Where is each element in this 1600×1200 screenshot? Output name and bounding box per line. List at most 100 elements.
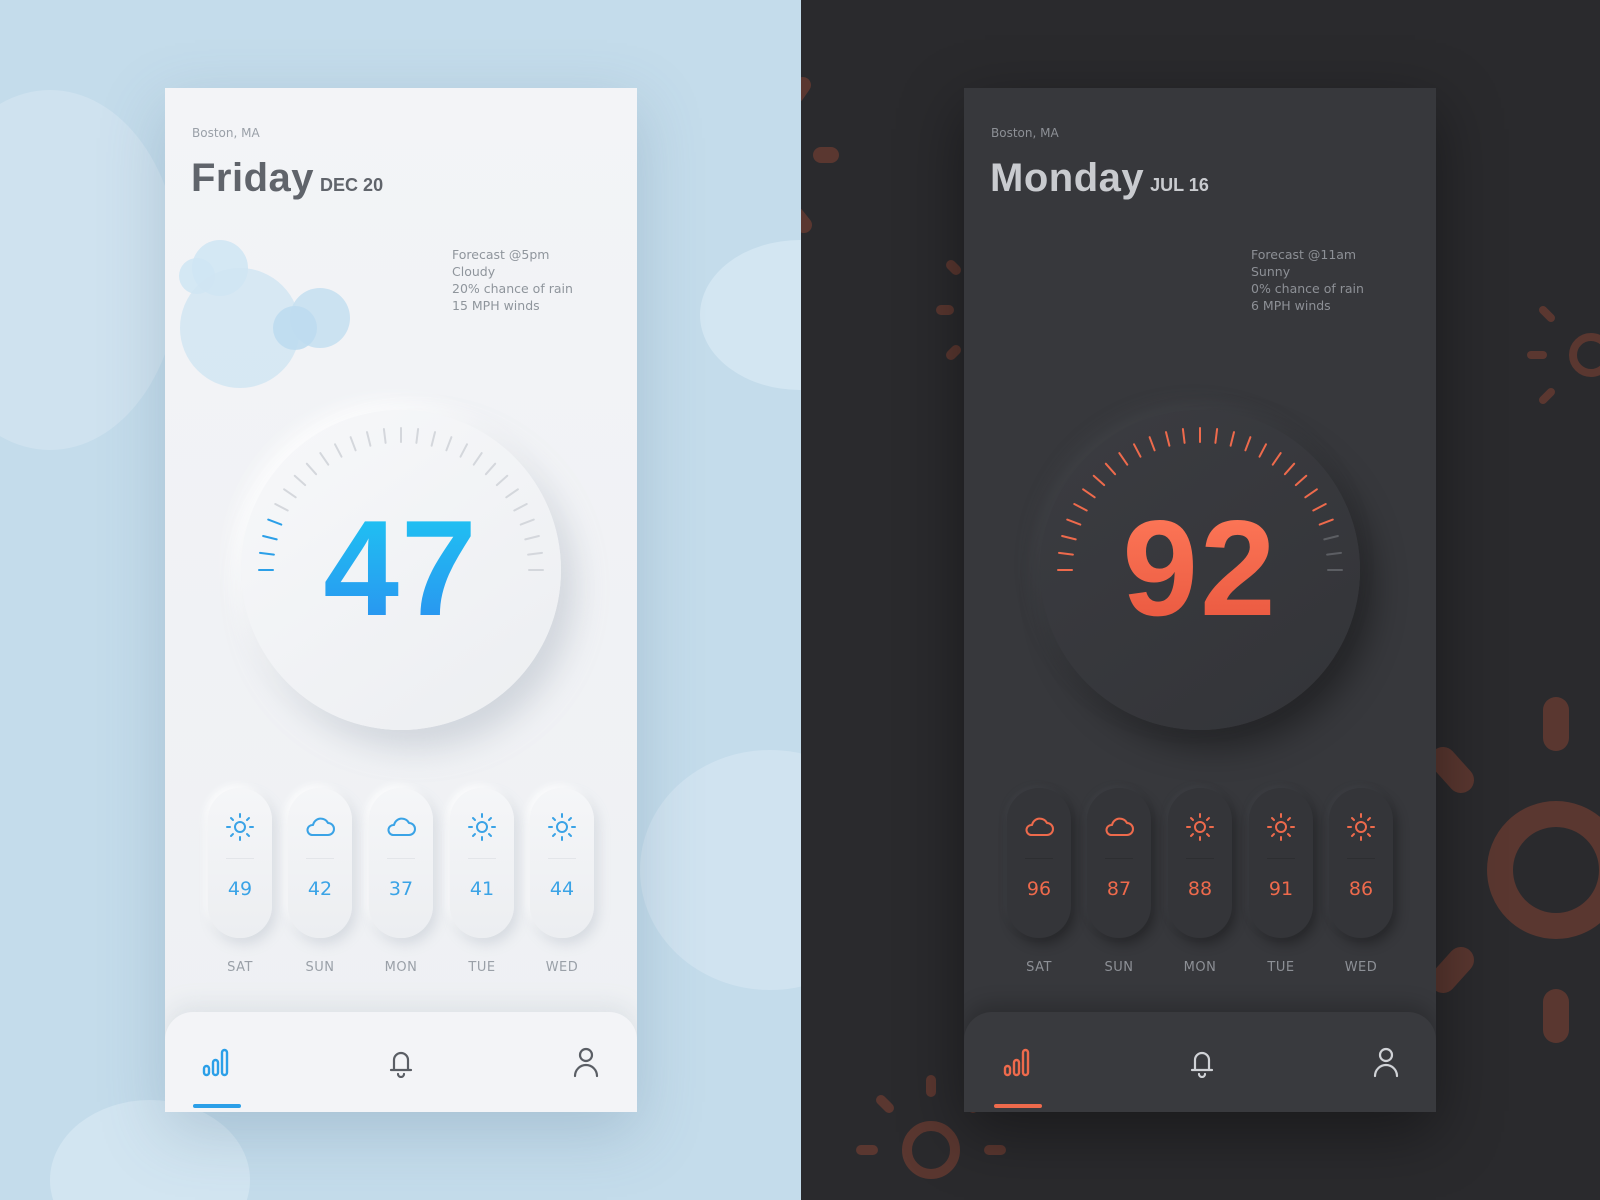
pill-divider <box>468 858 496 859</box>
day-temperature: 96 <box>1026 878 1052 900</box>
nav-profile-button[interactable] <box>1362 1040 1410 1088</box>
pill-divider <box>1186 858 1214 859</box>
forecast-condition: Sunny <box>1251 264 1291 279</box>
nav-stats-button[interactable] <box>193 1040 241 1108</box>
day-pill: 88 <box>1168 788 1232 938</box>
dial-tick <box>1294 474 1308 487</box>
day-pill: 42 <box>288 788 352 938</box>
day-pill: 87 <box>1087 788 1151 938</box>
user-icon <box>1373 1047 1399 1078</box>
dial-tick <box>459 443 468 458</box>
nav-notifications-button[interactable] <box>377 1040 425 1088</box>
forecast-day-sat[interactable]: 49 SAT <box>208 788 272 975</box>
dial-tick <box>1104 462 1117 476</box>
active-tab-indicator <box>193 1104 241 1108</box>
day-temperature: 44 <box>549 878 575 900</box>
cloud-icon <box>306 817 335 836</box>
day-label: MON <box>384 960 418 975</box>
dial-tick <box>1283 462 1296 476</box>
nav-notifications-button[interactable] <box>1178 1040 1226 1088</box>
sun-icon <box>1186 813 1214 841</box>
pill-divider <box>548 858 576 859</box>
bell-icon <box>389 1051 413 1078</box>
date-header: Friday DEC 20 <box>191 156 383 201</box>
dial-tick <box>430 431 436 447</box>
dial-tick <box>366 431 372 447</box>
background-cloud <box>50 1100 250 1200</box>
pill-divider <box>1347 858 1375 859</box>
forecast-time: Forecast @5pm <box>452 247 550 262</box>
forecast-day-sun[interactable]: 42 SUN <box>288 788 352 975</box>
cloud-icon <box>1025 817 1054 836</box>
dial-tick <box>1304 488 1318 499</box>
day-pill: 37 <box>369 788 433 938</box>
forecast-rain: 0% chance of rain <box>1251 281 1364 296</box>
dial-tick <box>495 474 509 487</box>
background-cloud <box>700 240 801 390</box>
forecast-day-sat[interactable]: 96 SAT <box>1007 788 1071 975</box>
dial-tick <box>1082 488 1096 499</box>
nav-stats-button[interactable] <box>994 1040 1042 1108</box>
temperature-dial: 47 <box>241 410 561 730</box>
dial-tick <box>334 443 343 458</box>
day-temperature: 86 <box>1348 878 1374 900</box>
dial-tick <box>1271 452 1282 466</box>
forecast-wind: 15 MPH winds <box>452 298 540 313</box>
bottom-nav <box>165 1012 637 1112</box>
forecast-day-tue[interactable]: 41 TUE <box>450 788 514 975</box>
day-label: TUE <box>468 960 496 975</box>
dial-tick <box>1118 452 1129 466</box>
dark-theme-panel: Boston, MA Monday JUL 16 Forecast @11am S… <box>801 0 1600 1200</box>
dial-tick <box>1229 431 1235 447</box>
stats-icon <box>202 1048 229 1077</box>
location-label: Boston, MA <box>991 126 1059 140</box>
active-tab-indicator <box>994 1104 1042 1108</box>
dial-tick <box>1133 443 1142 458</box>
day-name: Friday <box>191 156 315 200</box>
forecast-day-sun[interactable]: 87 SUN <box>1087 788 1151 975</box>
dial-tick <box>293 474 307 487</box>
dial-tick <box>382 428 387 444</box>
nav-profile-button[interactable] <box>562 1040 610 1088</box>
date-header: Monday JUL 16 <box>990 156 1209 201</box>
background-cloud <box>0 90 180 450</box>
date-label: JUL 16 <box>1150 175 1209 195</box>
cloud-icon <box>387 817 416 836</box>
temperature-dial: 92 <box>1040 410 1360 730</box>
forecast-day-tue[interactable]: 91 TUE <box>1249 788 1313 975</box>
sun-icon <box>1267 813 1295 841</box>
date-label: DEC 20 <box>320 175 384 195</box>
pill-divider <box>387 858 415 859</box>
pill-divider <box>1025 858 1053 859</box>
day-temperature: 41 <box>469 878 495 900</box>
forecast-day-wed[interactable]: 44 WED <box>530 788 594 975</box>
stats-icon <box>1003 1048 1030 1077</box>
forecast-day-mon[interactable]: 88 MON <box>1168 788 1232 975</box>
bottom-nav <box>964 1012 1436 1112</box>
day-pill: 49 <box>208 788 272 938</box>
day-label: MON <box>1183 960 1217 975</box>
dial-tick <box>484 462 497 476</box>
light-theme-panel: Boston, MA Friday DEC 20 Forecast @5pm Cl… <box>0 0 801 1200</box>
current-temperature: 92 <box>1040 498 1360 638</box>
dial-tick <box>445 436 453 452</box>
sun-icon <box>1347 813 1375 841</box>
day-name: Monday <box>990 156 1145 200</box>
sun-icon <box>226 813 254 841</box>
day-label: WED <box>545 960 579 975</box>
sun-icon <box>548 813 576 841</box>
day-temperature: 88 <box>1187 878 1213 900</box>
forecast-day-wed[interactable]: 86 WED <box>1329 788 1393 975</box>
day-label: WED <box>1344 960 1378 975</box>
location-label: Boston, MA <box>192 126 260 140</box>
forecast-days: 49 SAT 42 SUN 37 MON 41 TUE 44 WED <box>208 788 598 988</box>
forecast-wind: 6 MPH winds <box>1251 298 1331 313</box>
dial-tick <box>1214 428 1219 444</box>
dial-tick <box>415 428 420 444</box>
day-label: TUE <box>1267 960 1295 975</box>
pill-divider <box>226 858 254 859</box>
forecast-day-mon[interactable]: 37 MON <box>369 788 433 975</box>
pill-divider <box>306 858 334 859</box>
weather-app-light: Boston, MA Friday DEC 20 Forecast @5pm Cl… <box>165 88 637 1112</box>
cloud-icon <box>179 240 350 388</box>
